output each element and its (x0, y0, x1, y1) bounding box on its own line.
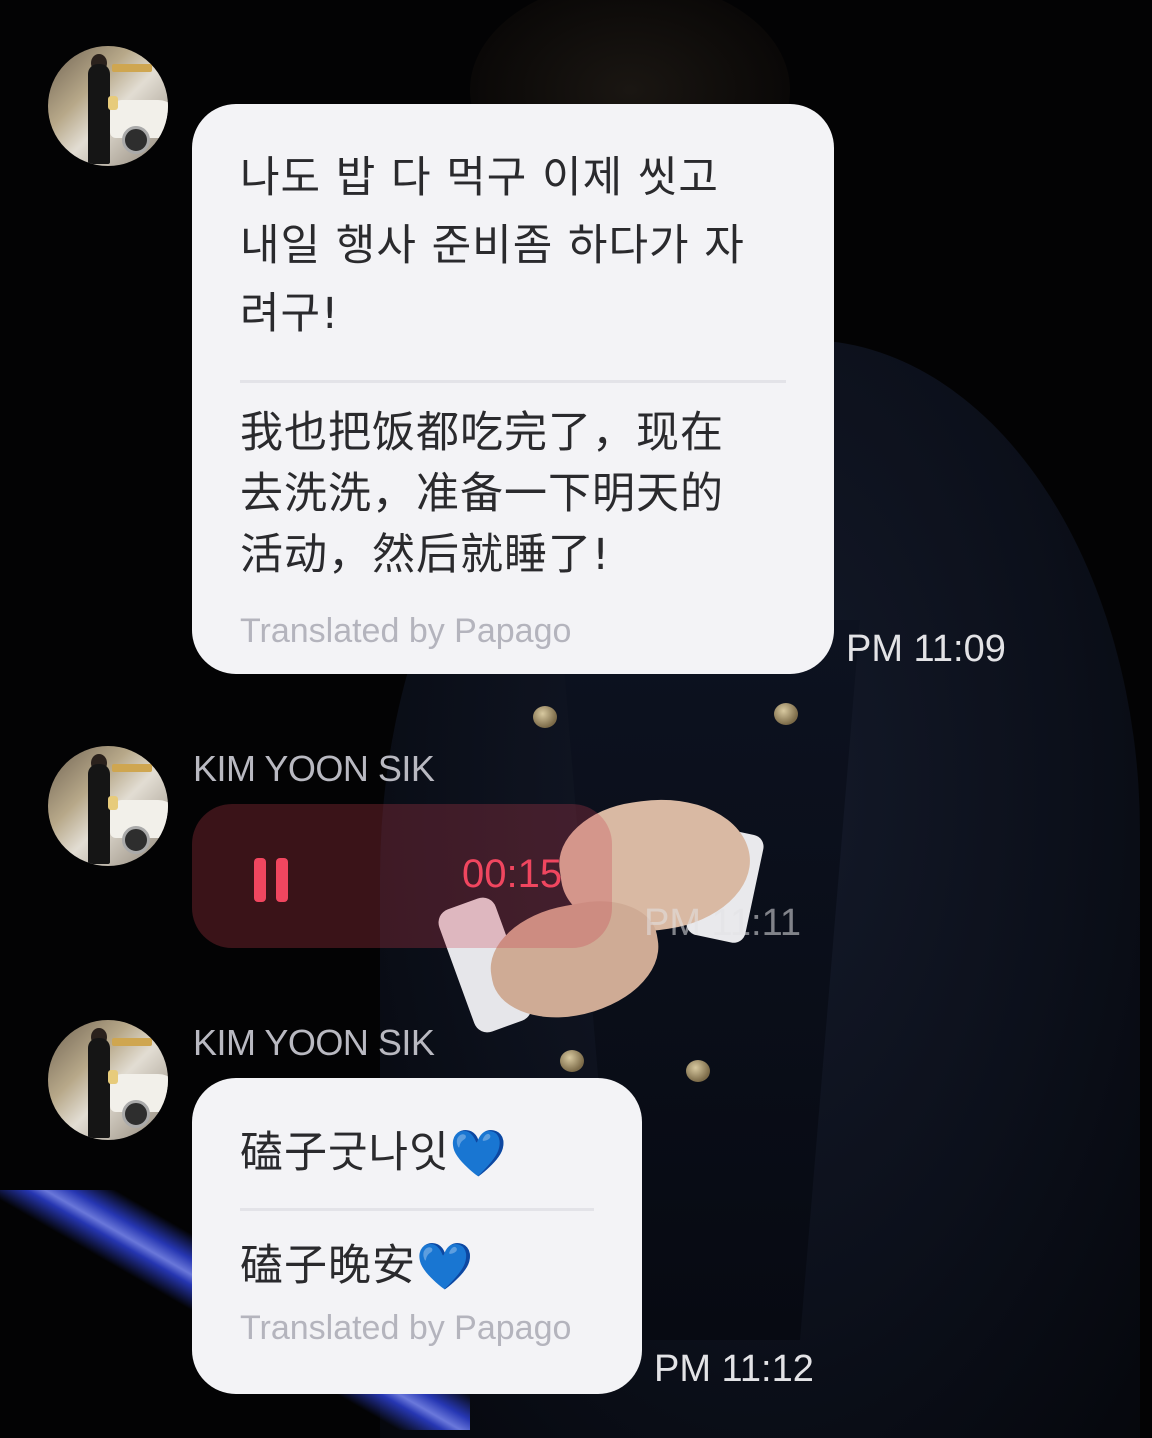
voice-duration: 00:15 (462, 852, 563, 896)
blue-heart-icon: 💙 (449, 1126, 508, 1180)
translation-divider (240, 1208, 594, 1211)
message-original-text: 나도 밥 다 먹구 이제 씻고 내일 행사 준비좀 하다가 자 려구! (240, 153, 745, 339)
translated-by-label: Translated by Papago (240, 1309, 572, 1347)
avatar[interactable] (48, 1020, 168, 1140)
pause-icon[interactable] (252, 858, 292, 902)
translated-by-label: Translated by Papago (240, 612, 572, 650)
sender-name: KIM YOON SIK (193, 1022, 435, 1063)
message-bubble[interactable]: 磕子굿나잇💙 磕子晚安💙 Translated by Papago (192, 1078, 642, 1394)
message-bubble[interactable]: 나도 밥 다 먹구 이제 씻고 내일 행사 준비좀 하다가 자 려구! 我也把饭… (192, 104, 834, 674)
voice-message[interactable]: 00:15 (192, 804, 612, 948)
message-translation-text: 我也把饭都吃完了，现在 去洗洗，准备一下明天的 活动，然后就睡了! (240, 408, 724, 580)
blue-heart-icon: 💙 (416, 1239, 475, 1293)
message-time: PM 11:11 (644, 902, 802, 944)
translation-divider (240, 380, 786, 383)
message-time: PM 11:12 (654, 1348, 814, 1390)
sender-name: KIM YOON SIK (193, 748, 435, 789)
avatar[interactable] (48, 746, 168, 866)
message-translation-text: 磕子晚安💙 (240, 1235, 594, 1297)
message-original-text: 磕子굿나잇💙 (240, 1122, 594, 1184)
avatar[interactable] (48, 46, 168, 166)
message-time: PM 11:09 (846, 628, 1006, 670)
